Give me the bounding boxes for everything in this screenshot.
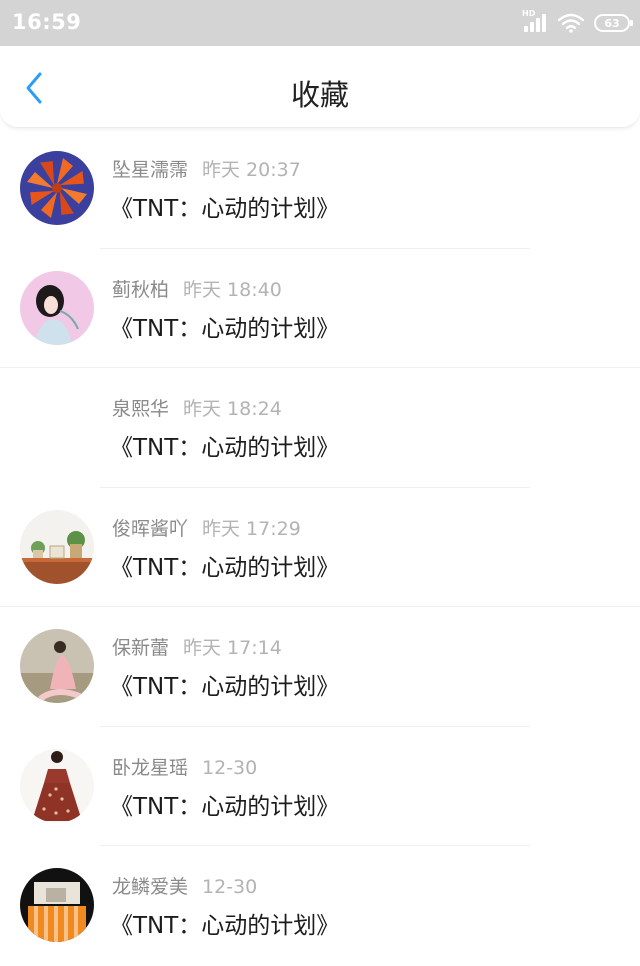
item-meta: 龙鳞爱美 12-30 [112,872,257,899]
author-name: 坠星濡霈 [112,159,189,181]
work-title: 《TNT：心动的计划》 [110,913,340,939]
item-meta: 俊晖酱吖 昨天 17:29 [112,514,301,541]
list-item[interactable]: 泉熙华 昨天 18:24 《TNT：心动的计划》 [0,368,640,488]
author-name: 俊晖酱吖 [112,517,189,540]
orange-flower-avatar [20,151,94,225]
timestamp: 12-30 [202,756,258,779]
list-item[interactable]: 保新蕾 昨天 17:14 《TNT：心动的计划》 [0,607,640,727]
avatar[interactable] [20,748,94,823]
blank-avatar [20,390,94,464]
battery-icon: 63 [594,14,633,32]
avatar[interactable] [20,270,94,345]
work-title: 《TNT：心动的计划》 [110,435,340,461]
favorites-list: 坠星濡霈 昨天 20:37 《TNT：心动的计划》 蓟秋柏 昨天 18:40 《TN… [0,129,640,966]
list-item[interactable]: 卧龙星瑶 12-30 《TNT：心动的计划》 [0,727,640,846]
network-type-label: HD [522,9,536,18]
work-title: 《TNT：心动的计划》 [110,674,340,700]
girl-field-avatar [20,629,94,703]
header-bar: 收藏 [0,46,640,128]
list-item[interactable]: 蓟秋柏 昨天 18:40 《TNT：心动的计划》 [0,249,640,368]
list-item[interactable]: 龙鳞爱美 12-30 《TNT：心动的计划》 [0,846,640,966]
status-bar: 16:59 HD 63 [0,0,640,46]
author-name: 龙鳞爱美 [112,876,189,898]
orange-stripes-avatar [20,868,94,942]
signal-icon: HD [522,9,548,34]
author-name: 保新蕾 [112,637,170,659]
plants-shelf-avatar [20,509,94,584]
timestamp: 昨天 17:14 [183,637,282,659]
item-meta: 泉熙华 昨天 18:24 [112,394,282,421]
author-name: 蓟秋柏 [112,278,170,301]
timestamp: 昨天 17:29 [202,517,301,540]
avatar[interactable] [20,629,94,703]
author-name: 泉熙华 [112,398,170,420]
red-dress-avatar [20,748,94,823]
status-time: 16:59 [12,10,82,34]
list-item[interactable]: 俊晖酱吖 昨天 17:29 《TNT：心动的计划》 [0,488,640,607]
timestamp: 昨天 18:24 [183,398,282,420]
avatar[interactable] [20,390,94,464]
girl-pink-avatar [20,270,94,345]
author-name: 卧龙星瑶 [112,756,189,779]
list-item[interactable]: 坠星濡霈 昨天 20:37 《TNT：心动的计划》 [0,129,640,249]
item-meta: 保新蕾 昨天 17:14 [112,633,282,660]
work-title: 《TNT：心动的计划》 [110,793,340,820]
work-title: 《TNT：心动的计划》 [110,196,340,222]
item-meta: 坠星濡霈 昨天 20:37 [112,155,301,182]
avatar[interactable] [20,509,94,584]
item-meta: 卧龙星瑶 12-30 [112,753,257,780]
battery-level: 63 [604,16,620,30]
work-title: 《TNT：心动的计划》 [110,554,340,581]
work-title: 《TNT：心动的计划》 [110,315,340,342]
wifi-icon [558,13,584,33]
timestamp: 昨天 18:40 [183,278,282,301]
timestamp: 12-30 [202,876,258,898]
status-icons: HD 63 [522,9,633,36]
avatar[interactable] [20,868,94,942]
avatar[interactable] [20,151,94,225]
timestamp: 昨天 20:37 [202,159,301,181]
page-title: 收藏 [290,78,349,112]
item-meta: 蓟秋柏 昨天 18:40 [112,275,282,302]
